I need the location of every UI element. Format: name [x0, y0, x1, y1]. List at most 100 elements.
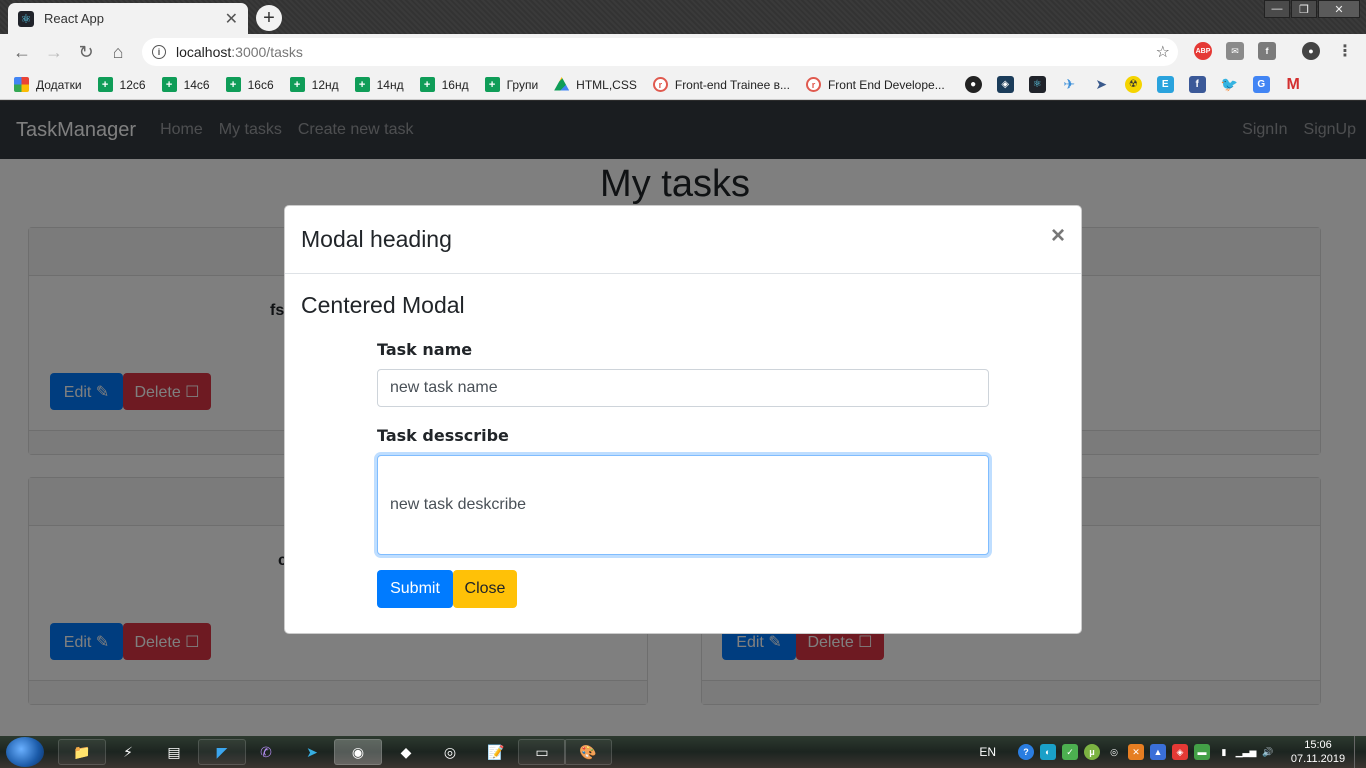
back-icon[interactable]: ← — [6, 42, 38, 63]
telegram-icon[interactable]: ➤ — [288, 739, 336, 765]
codepen-icon[interactable]: ◈ — [996, 76, 1014, 93]
gmail-icon[interactable]: M — [1285, 76, 1302, 93]
steam-icon[interactable]: ◎ — [426, 739, 474, 765]
modal-header: Modal heading × — [285, 206, 1081, 274]
github-icon[interactable]: ● — [964, 76, 982, 93]
chrome-taskbar-icon[interactable]: ◉ — [334, 739, 382, 765]
bird-icon[interactable]: ✈ — [1061, 76, 1078, 93]
bookmark-14nd[interactable]: +14нд — [354, 77, 404, 92]
url-path: :3000/tasks — [231, 44, 303, 60]
modal-close-icon[interactable]: × — [1051, 223, 1065, 248]
home-icon[interactable]: ⌂ — [102, 42, 134, 63]
volume-icon[interactable]: 🔊 — [1260, 744, 1276, 760]
chrome-menu-icon[interactable]: ⋮ — [1336, 42, 1354, 60]
close-button[interactable]: Close — [453, 570, 517, 608]
start-button[interactable] — [6, 737, 44, 767]
app-icon[interactable]: ⚡ — [104, 739, 152, 765]
restore-icon[interactable]: ❐ — [1291, 0, 1317, 18]
tray-app-icon[interactable]: ◈ — [1172, 744, 1188, 760]
browser-toolbar: ← → ↻ ⌂ i localhost:3000/tasks ☆ ABP ✉ f… — [0, 34, 1366, 70]
explorer-icon[interactable]: 📁 — [58, 739, 106, 765]
bookmark-apps[interactable]: Додатки — [14, 77, 82, 92]
bookmark-frontend-trainee[interactable]: r Front-end Trainee в... — [652, 77, 790, 92]
hazard-icon[interactable]: ☢ — [1124, 76, 1142, 93]
modal-title: Modal heading — [301, 226, 452, 252]
notes-icon[interactable]: 📝 — [472, 739, 520, 765]
bookmark-14c6[interactable]: +14с6 — [161, 77, 210, 92]
new-tab-button[interactable]: + — [256, 5, 282, 31]
apps-grid-icon — [14, 77, 29, 92]
tray-app-icon[interactable]: ✕ — [1128, 744, 1144, 760]
browser-tab[interactable]: ⚛ React App ✕ — [8, 3, 248, 34]
bookmark-16c6[interactable]: +16с6 — [225, 77, 274, 92]
bookmark-html-css[interactable]: HTML,CSS — [554, 77, 637, 92]
task-modal: Modal heading × Centered Modal Task name… — [284, 205, 1082, 634]
windows-taskbar: 📁 ⚡ ▤ ◤ ✆ ➤ ◉ ◆ ◎ 📝 ▭ 🎨 EN ? ◐ ✓ μ ◎ ✕ ▲… — [0, 736, 1366, 768]
task-describe-label: Task desscribe — [377, 426, 509, 445]
page-viewport: TaskManager Home My tasks Create new tas… — [0, 101, 1366, 736]
task-describe-textarea[interactable]: new task deskcribe — [377, 455, 989, 555]
viber-icon[interactable]: ✆ — [242, 739, 290, 765]
mail-icon[interactable]: ✉ — [1226, 42, 1244, 60]
help-icon[interactable]: ? — [1018, 744, 1034, 760]
facebook-icon[interactable]: f — [1188, 76, 1206, 93]
vscode-icon[interactable]: ◤ — [198, 739, 246, 765]
notepad-icon[interactable]: ▤ — [150, 739, 198, 765]
sheets-icon: + — [97, 77, 113, 92]
tray-app-icon[interactable]: ▬ — [1194, 744, 1210, 760]
react-favicon-icon: ⚛ — [18, 10, 34, 27]
tab-close-icon[interactable]: ✕ — [225, 9, 238, 29]
utorrent-icon[interactable]: μ — [1084, 744, 1100, 760]
bookmark-16nd[interactable]: +16нд — [419, 77, 469, 92]
app-icon[interactable]: ◆ — [382, 739, 430, 765]
translate-icon[interactable]: G — [1252, 76, 1270, 93]
sheets-icon: + — [161, 77, 177, 92]
forward-icon[interactable]: → — [38, 42, 70, 63]
arrow-icon[interactable]: ➤ — [1093, 76, 1110, 93]
bookmark-12nd[interactable]: +12нд — [289, 77, 339, 92]
react-icon[interactable]: ⚛ — [1028, 76, 1046, 93]
rabota-icon: r — [805, 77, 821, 92]
url-host: localhost — [176, 44, 232, 60]
bookmark-star-icon[interactable]: ☆ — [1156, 42, 1170, 62]
window-controls: — ❐ ✕ — [1263, 0, 1360, 18]
bookmark-icon-group: ● ◈ ⚛ ✈ ➤ ☢ E f 🐦 G M — [964, 76, 1317, 93]
taskbar-clock[interactable]: 15:06 07.11.2019 — [1282, 738, 1354, 766]
cmd-icon[interactable]: ▭ — [518, 739, 566, 765]
sheets-icon: + — [289, 77, 305, 92]
paint-icon[interactable]: 🎨 — [564, 739, 612, 765]
window-close-icon[interactable]: ✕ — [1318, 0, 1360, 18]
rabota-icon: r — [652, 77, 668, 92]
task-name-label: Task name — [377, 340, 473, 359]
submit-button[interactable]: Submit — [377, 570, 453, 608]
address-bar[interactable]: i localhost:3000/tasks ☆ — [142, 38, 1178, 66]
bookmark-groups[interactable]: + Групи — [484, 77, 538, 92]
show-desktop-button[interactable] — [1354, 736, 1366, 768]
site-info-icon[interactable]: i — [152, 45, 166, 59]
adblock-plus-icon[interactable]: ABP — [1194, 42, 1212, 60]
tray-app-icon[interactable]: ▲ — [1150, 744, 1166, 760]
facebook-ext-icon[interactable]: f — [1258, 42, 1276, 60]
bookmarks-bar: Додатки +12с6 +14с6 +16с6 +12нд +14нд +1… — [0, 70, 1366, 100]
language-indicator[interactable]: EN — [979, 745, 996, 759]
tray-app-icon[interactable]: ◐ — [1040, 744, 1056, 760]
bookmark-frontend-developer[interactable]: r Front End Develope... — [805, 77, 945, 92]
network-icon[interactable]: ▁▃▅ — [1236, 744, 1257, 760]
minimize-icon[interactable]: — — [1264, 0, 1290, 18]
reload-icon[interactable]: ↻ — [70, 42, 102, 63]
system-tray: EN ? ◐ ✓ μ ◎ ✕ ▲ ◈ ▬ ▮ ▁▃▅ 🔊 15:06 07.11… — [979, 736, 1366, 768]
tray-app-icon[interactable]: ▮ — [1216, 744, 1232, 760]
tab-title: React App — [44, 11, 104, 26]
profile-avatar-icon[interactable]: ● — [1302, 42, 1320, 60]
sheets-icon: + — [419, 77, 435, 92]
twitter-icon[interactable]: 🐦 — [1220, 76, 1237, 93]
sheets-icon: + — [484, 77, 500, 92]
task-name-input[interactable]: new task name — [377, 369, 989, 407]
modal-subheading: Centered Modal — [301, 292, 465, 318]
clock-time: 15:06 — [1304, 739, 1332, 751]
bookmark-12c6[interactable]: +12с6 — [97, 77, 146, 92]
clock-date: 07.11.2019 — [1290, 753, 1346, 765]
steam-tray-icon[interactable]: ◎ — [1106, 744, 1122, 760]
check-icon[interactable]: ✓ — [1062, 744, 1078, 760]
e-icon[interactable]: E — [1156, 76, 1174, 93]
